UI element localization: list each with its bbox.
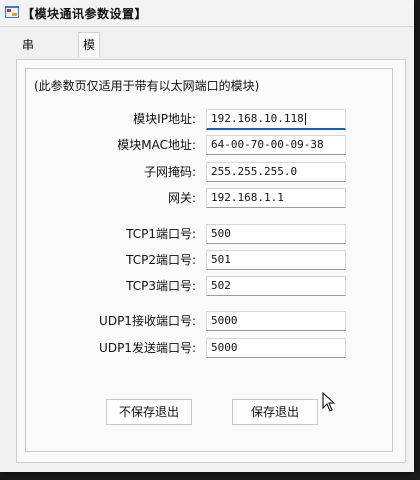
settings-window: 【模块通讯参数设置】 串口参数 模块网络参数 (此参数页仅适用于带有以太网端口的… <box>0 0 414 472</box>
mac-label: 模块MAC地址: <box>117 138 196 152</box>
tcp2-label: TCP2端口号: <box>126 253 196 267</box>
text-caret <box>304 113 306 125</box>
title-bar: 【模块通讯参数设置】 <box>0 0 414 27</box>
params-group: (此参数页仅适用于带有以太网端口的模块) 模块IP地址: 192.168.10.… <box>25 68 393 452</box>
tab-panel: (此参数页仅适用于带有以太网端口的模块) 模块IP地址: 192.168.10.… <box>16 59 406 463</box>
tcp3-label: TCP3端口号: <box>126 279 196 293</box>
udp-send-input[interactable]: 5000 <box>206 338 346 358</box>
tab-network-params[interactable]: 模块网络参数 <box>78 32 101 172</box>
gateway-input[interactable]: 192.168.1.1 <box>206 188 346 208</box>
subnet-label: 子网掩码: <box>143 165 196 179</box>
ip-label: 模块IP地址: <box>133 112 196 126</box>
ip-value: 192.168.10.118 <box>211 112 304 125</box>
tcp3-input[interactable]: 502 <box>206 276 346 296</box>
applicability-note: (此参数页仅适用于带有以太网端口的模块) <box>34 79 260 93</box>
udp-recv-input[interactable]: 5000 <box>206 311 346 331</box>
tab-serial-params[interactable]: 串口参数 <box>18 34 38 118</box>
app-icon <box>5 6 19 18</box>
subnet-input[interactable]: 255.255.255.0 <box>206 162 346 182</box>
window-title: 【模块通讯参数设置】 <box>22 7 148 21</box>
udp-send-label: UDP1发送端口号: <box>99 341 196 355</box>
tcp2-input[interactable]: 501 <box>206 250 346 270</box>
gateway-label: 网关: <box>167 191 196 205</box>
nosave-exit-button[interactable]: 不保存退出 <box>106 399 192 425</box>
tcp1-input[interactable]: 500 <box>206 224 346 244</box>
udp-recv-label: UDP1接收端口号: <box>99 314 196 328</box>
save-exit-button[interactable]: 保存退出 <box>232 399 318 425</box>
ip-input[interactable]: 192.168.10.118 <box>206 109 346 130</box>
mac-input[interactable]: 64-00-70-00-09-38 <box>206 135 346 155</box>
mouse-pointer-icon <box>322 392 336 412</box>
tcp1-label: TCP1端口号: <box>126 227 196 241</box>
